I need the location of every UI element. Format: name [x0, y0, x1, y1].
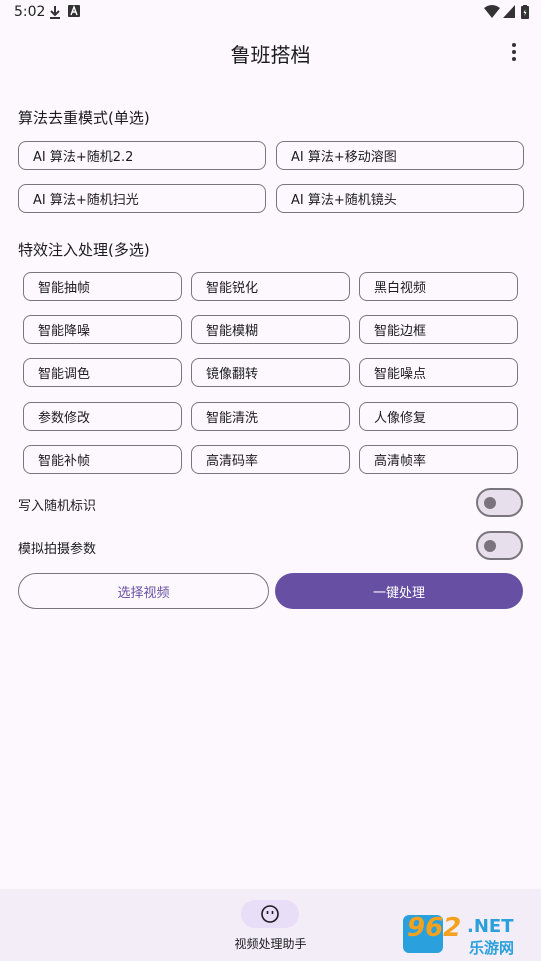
mode-option-2[interactable]: AI 算法+移动溶图	[276, 141, 524, 170]
app-title: 鲁班搭档	[230, 43, 311, 67]
download-icon	[50, 6, 60, 19]
effect-option[interactable]: 智能抽帧	[23, 272, 182, 301]
watermark-number: 962	[407, 913, 462, 943]
effect-option[interactable]: 智能边框	[359, 315, 518, 344]
status-bar: 5:02	[0, 0, 541, 24]
effect-option[interactable]: 高清帧率	[359, 445, 518, 474]
status-time: 5:02	[14, 4, 46, 20]
mode-option-1[interactable]: AI 算法+随机2.2	[18, 141, 266, 170]
shoot-params-switch[interactable]	[476, 531, 523, 560]
face-icon	[261, 905, 279, 923]
effect-option[interactable]: 智能调色	[23, 358, 182, 387]
watermark-logo: 962 .NET 乐游网	[403, 911, 533, 957]
signal-icon	[503, 5, 515, 18]
switch-knob	[484, 497, 496, 509]
mode-option-4[interactable]: AI 算法+随机镜头	[276, 184, 524, 213]
watermark-suffix: .NET	[467, 916, 514, 937]
more-vert-icon[interactable]	[502, 40, 526, 64]
effects-section-title: 特效注入处理(多选)	[18, 241, 150, 259]
mode-section-title: 算法去重模式(单选)	[18, 109, 150, 127]
effect-option[interactable]: 黑白视频	[359, 272, 518, 301]
effect-option[interactable]: 高清码率	[191, 445, 350, 474]
effect-option[interactable]: 人像修复	[359, 402, 518, 431]
wifi-icon	[484, 5, 500, 18]
process-button[interactable]: 一键处理	[275, 573, 523, 609]
watermark-site: 乐游网	[469, 939, 515, 957]
effect-option[interactable]: 镜像翻转	[191, 358, 350, 387]
effect-option[interactable]: 智能补帧	[23, 445, 182, 474]
notification-icon	[68, 5, 80, 17]
mode-option-3[interactable]: AI 算法+随机扫光	[18, 184, 266, 213]
random-id-switch[interactable]	[476, 488, 523, 517]
effect-option[interactable]: 智能锐化	[191, 272, 350, 301]
effect-option[interactable]: 智能清洗	[191, 402, 350, 431]
effect-option[interactable]: 智能降噪	[23, 315, 182, 344]
app-bar: 鲁班搭档	[0, 24, 541, 80]
effect-option[interactable]: 智能模糊	[191, 315, 350, 344]
effect-option[interactable]: 智能噪点	[359, 358, 518, 387]
random-id-label: 写入随机标识	[18, 499, 97, 514]
select-video-button[interactable]: 选择视频	[18, 573, 269, 609]
nav-item-video-assistant[interactable]	[241, 900, 299, 928]
switch-knob	[484, 540, 496, 552]
effect-option[interactable]: 参数修改	[23, 402, 182, 431]
shoot-params-label: 模拟拍摄参数	[18, 542, 97, 557]
battery-icon	[521, 5, 529, 19]
